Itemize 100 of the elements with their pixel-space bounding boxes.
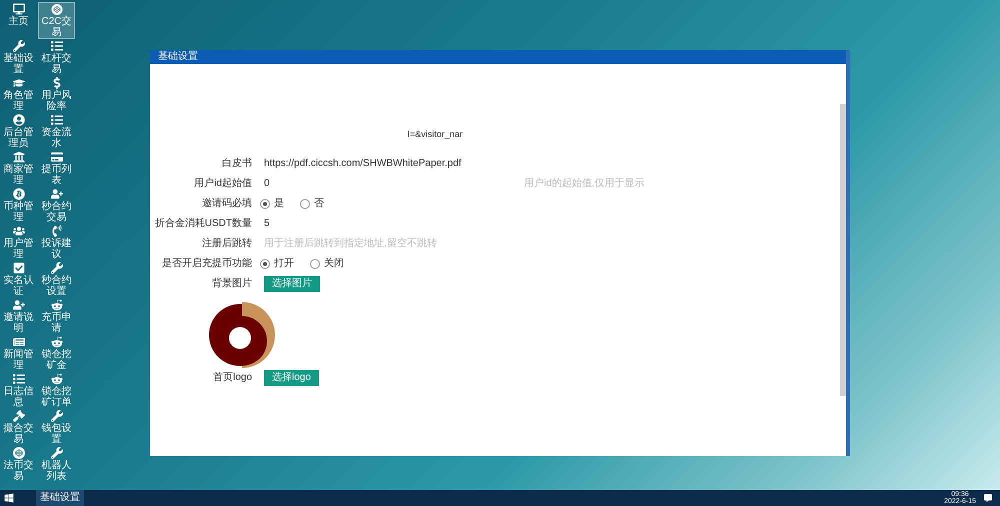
bitcoin-icon [12,188,24,200]
desktop-shortcut[interactable]: 锁仓挖矿金 [38,335,75,372]
checkbox-icon [12,262,24,274]
shortcut-label: 撮合交易 [2,423,34,445]
wrench-icon [12,40,24,52]
desktop-shortcut[interactable]: 撮合交易 [0,409,37,446]
shortcut-label: 实名认证 [2,275,34,297]
desktop-shortcut[interactable]: 实名认证 [0,261,37,298]
graduation-cap-icon [12,77,24,89]
desktop-shortcut[interactable]: 新闻管理 [0,335,37,372]
scrollbar[interactable] [840,104,846,396]
shortcut-label: 后台管理员 [2,127,34,149]
shortcut-label: 钱包设置 [40,423,72,445]
shortcut-label: 杠杆交易 [40,53,72,75]
shortcut-label: 提币列表 [40,164,72,186]
radio-label: 关闭 [324,256,344,271]
shortcut-label: 锁仓挖矿金 [40,349,72,371]
desktop-shortcut[interactable]: 币种管理 [0,187,37,224]
wrench-icon [50,447,62,459]
radio-button[interactable] [310,258,320,268]
desktop-shortcut[interactable]: 主页 [0,2,37,39]
shortcut-label: 资金流水 [40,127,72,149]
radio-button[interactable] [260,258,270,268]
field-label: 折合金消耗USDT数量 [154,216,253,231]
radio-label: 否 [314,197,324,211]
shortcut-label: 充币申请 [40,312,72,334]
field-label: 注册后跳转 [201,236,253,251]
start-icon[interactable] [4,493,14,503]
field-label: 首页logo [212,371,253,385]
shortcut-label: 机器人列表 [40,460,72,482]
desktop-shortcut[interactable]: 后台管理员 [0,113,37,150]
newspaper-icon [12,336,24,348]
desktop-shortcut[interactable]: C2C交易 [38,2,75,39]
field-label: 用户id起始值 [193,176,253,191]
desktop-shortcut[interactable]: 锁仓挖矿订单 [38,372,75,409]
shortcut-label: 邀请说明 [2,312,34,334]
gavel-icon [12,410,24,422]
shortcut-label: 日志信息 [2,386,34,408]
shortcut-label: 角色管理 [2,90,34,112]
desktop-shortcut[interactable]: 法币交易 [0,446,37,483]
monitor-icon [12,3,24,15]
shortcut-label: 锁仓挖矿订单 [40,386,72,408]
desktop-shortcut[interactable]: 秒合约交易 [38,187,75,224]
notification-icon[interactable] [984,494,992,502]
desktop-shortcut[interactable]: 用户管理 [0,224,37,261]
radio-button[interactable] [260,198,270,208]
desktop-shortcut[interactable]: 用户风险率 [38,76,75,113]
shortcut-label: 币种管理 [2,201,34,223]
desktop-shortcut[interactable]: 邀请说明 [0,298,37,335]
list-icon [50,40,62,52]
field-label: 背景图片 [211,276,253,291]
desktop-shortcut[interactable]: 机器人列表 [38,446,75,483]
taskbar-task[interactable]: 基础设置 [36,490,84,506]
desktop-shortcut[interactable]: 提币列表 [38,150,75,187]
shortcut-label: 主页 [8,16,28,27]
shortcut-label: 投诉建议 [40,238,72,260]
desktop-shortcut[interactable]: 资金流水 [38,113,75,150]
desktop-shortcut[interactable]: 钱包设置 [38,409,75,446]
robot-face-icon [50,336,62,348]
radio-label: 打开 [274,256,294,271]
shortcut-label: 秒合约交易 [40,201,72,223]
users-icon [12,225,24,237]
phone-icon [50,225,62,237]
shortcut-label: 基础设置 [2,53,34,75]
user-plus-icon [12,299,24,311]
window-title: 基础设置 [158,52,198,62]
desktop-shortcut[interactable]: 日志信息 [0,372,37,409]
choose-image-button[interactable]: 选择logo [264,370,319,386]
list-icon [50,114,62,126]
desktop-shortcut[interactable]: 投诉建议 [38,224,75,261]
radio-button[interactable] [300,198,310,208]
robot-face-icon [50,373,62,385]
desktop-shortcut[interactable]: 角色管理 [0,76,37,113]
field-hint: 用户id的起始值,仅用于显示 [524,176,645,191]
wrench-icon [50,262,62,274]
desktop-shortcut[interactable]: 充币申请 [38,298,75,335]
desktop-shortcut[interactable]: 商家管理 [0,150,37,187]
wrench-icon [50,410,62,422]
shortcut-label: 用户管理 [2,238,34,260]
desktop-shortcut[interactable]: 基础设置 [0,39,37,76]
user-plus-icon [50,188,62,200]
bank-icon [12,151,24,163]
shortcut-label: 新闻管理 [2,349,34,371]
shortcut-label: C2C交易 [40,16,72,38]
field-label: 邀请码必填 [201,196,253,211]
field-label: 白皮书 [221,156,253,171]
credit-card-icon [50,151,62,163]
shortcut-label: 法币交易 [2,460,34,482]
choose-image-button[interactable]: 选择图片 [264,276,320,292]
shortcut-label: 商家管理 [2,164,34,186]
robot-face-icon [50,299,62,311]
shortcut-label: 秒合约设置 [40,275,72,297]
dollar-icon [50,77,62,89]
shortcut-label: 用户风险率 [40,90,72,112]
list-icon [12,373,24,385]
overflow-text: I=&visitor_nar [407,128,463,141]
desktop-shortcut[interactable]: 杠杆交易 [38,39,75,76]
desktop-shortcut[interactable]: 秒合约设置 [38,261,75,298]
radio-label: 是 [274,197,284,211]
field-label: 是否开启充提币功能 [161,256,253,271]
